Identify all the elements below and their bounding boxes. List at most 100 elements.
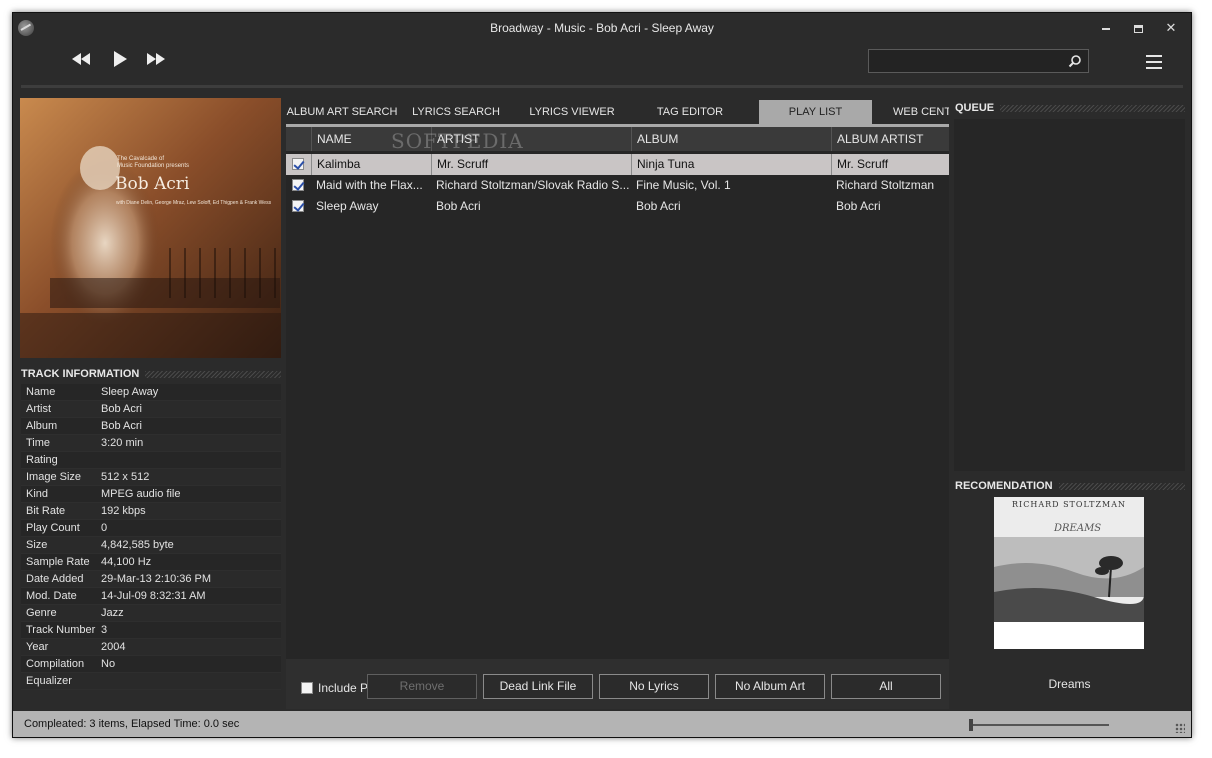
track-info-row: Date Added 29-Mar-13 2:10:36 PM — [21, 571, 281, 588]
row-checkbox[interactable] — [292, 158, 304, 170]
no-album-art-button[interactable]: No Album Art — [715, 674, 825, 699]
cell-name: Maid with the Flax... — [316, 178, 423, 192]
cell-name: Sleep Away — [316, 199, 379, 213]
cell-album: Bob Acri — [636, 199, 681, 213]
column-header-album[interactable]: ALBUM — [631, 127, 831, 151]
tab-lyrics-viewer[interactable]: LYRICS VIEWER — [522, 100, 622, 124]
cell-artist: Richard Stoltzman/Slovak Radio S... — [436, 178, 630, 192]
title-bar: Broadway - Music - Bob Acri - Sleep Away… — [13, 13, 1191, 43]
include-checkbox[interactable] — [301, 682, 313, 694]
tab-album-art-search[interactable]: ALBUM ART SEARCH — [286, 100, 398, 124]
playlist-table: NAME ARTIST ALBUM ALBUM ARTIST SOFTPEDIA… — [286, 127, 949, 659]
rewind-button[interactable] — [66, 47, 96, 71]
queue-list[interactable] — [954, 119, 1185, 471]
volume-slider-track[interactable] — [970, 724, 1109, 726]
remove-button[interactable]: Remove — [367, 674, 477, 699]
track-info-key: Artist — [26, 403, 52, 415]
recommendation-caption[interactable]: Dreams — [954, 677, 1185, 691]
recommendation-cover-artist: RICHARD STOLTZMAN — [1012, 500, 1126, 509]
header-stripe — [1000, 104, 1185, 112]
track-info-key: Kind — [26, 488, 49, 500]
track-info-value: 2004 — [101, 641, 126, 653]
album-art-credits: with Diane Delin, George Mraz, Lew Solof… — [116, 200, 272, 206]
track-info-value: MPEG audio file — [101, 488, 181, 500]
track-info-value: 512 x 512 — [101, 471, 150, 483]
track-info-value: Bob Acri — [101, 420, 142, 432]
play-icon — [114, 51, 127, 67]
hamburger-line — [1146, 61, 1162, 63]
play-button[interactable] — [105, 47, 135, 71]
track-info-key: Time — [26, 437, 51, 449]
track-info-key: Date Added — [26, 573, 84, 585]
track-info-row: Play Count 0 — [21, 520, 281, 537]
track-info-value: 44,100 Hz — [101, 556, 152, 568]
maximize-button[interactable] — [1127, 19, 1149, 37]
minimize-button[interactable] — [1095, 19, 1117, 37]
tab-bar: ALBUM ART SEARCH LYRICS SEARCH LYRICS VI… — [286, 100, 949, 124]
cell-artist: Mr. Scruff — [431, 154, 631, 175]
track-info-row: Artist Bob Acri — [21, 401, 281, 418]
track-info-row: Album Bob Acri — [21, 418, 281, 435]
search-icon[interactable] — [1068, 54, 1082, 68]
table-row[interactable]: Kalimba Mr. Scruff Ninja Tuna Mr. Scruff — [286, 154, 949, 175]
maximize-icon — [1133, 24, 1143, 33]
close-button[interactable]: ✕ — [1160, 19, 1182, 37]
no-lyrics-button[interactable]: No Lyrics — [599, 674, 709, 699]
track-info-key: Track Number — [26, 624, 96, 636]
queue-header: QUEUE — [955, 100, 1185, 116]
track-info-value: 4,842,585 byte — [101, 539, 174, 551]
tab-play-list[interactable]: PLAY LIST — [759, 100, 872, 124]
album-art-image — [20, 98, 281, 358]
track-info-value: 29-Mar-13 2:10:36 PM — [101, 573, 212, 585]
all-button[interactable]: All — [831, 674, 941, 699]
track-info-row: Year 2004 — [21, 639, 281, 656]
track-info-table: Name Sleep Away Artist Bob Acri Album Bob Acr… — [21, 384, 281, 690]
track-info-key: Equalizer — [26, 675, 72, 687]
track-info-key: Size — [26, 539, 48, 551]
track-info-key: Mod. Date — [26, 590, 77, 602]
row-checkbox[interactable] — [292, 200, 304, 212]
dead-link-file-button[interactable]: Dead Link File — [483, 674, 593, 699]
column-header-name[interactable]: NAME — [311, 127, 431, 151]
recommendation-cover-title: DREAMS — [1054, 523, 1102, 534]
track-info-row: Kind MPEG audio file — [21, 486, 281, 503]
resize-grip-icon[interactable] — [1175, 723, 1185, 733]
toolbar-divider — [21, 85, 1183, 88]
table-row[interactable]: Maid with the Flax... Richard Stoltzman/S… — [286, 175, 949, 196]
rewind-icon — [72, 53, 90, 65]
recommendation-header: RECOMENDATION — [955, 478, 1185, 494]
column-header-artist[interactable]: ARTIST — [431, 127, 631, 151]
album-art-line1: The Cavalcade of — [117, 156, 165, 162]
toolbar — [13, 43, 1191, 88]
track-info-row: Time 3:20 min — [21, 435, 281, 452]
tab-web-central[interactable]: WEB CENTRAL — [893, 100, 949, 124]
row-checkbox[interactable] — [292, 179, 304, 191]
status-text: Compleated: 3 items, Elapsed Time: 0.0 s… — [24, 718, 240, 730]
search-input[interactable] — [871, 52, 1061, 70]
cell-album: Ninja Tuna — [631, 154, 831, 175]
column-header-album-artist[interactable]: ALBUM ARTIST — [831, 127, 949, 151]
fast-forward-button[interactable] — [141, 47, 171, 71]
hamburger-line — [1146, 67, 1162, 69]
track-info-value: Jazz — [101, 607, 124, 619]
header-stripe — [1058, 482, 1185, 490]
track-info-row: Size 4,842,585 byte — [21, 537, 281, 554]
tab-tag-editor[interactable]: TAG EDITOR — [646, 100, 734, 124]
track-info-key: Bit Rate — [26, 505, 66, 517]
track-info-value: 14-Jul-09 8:32:31 AM — [101, 590, 206, 602]
hamburger-menu-button[interactable] — [1144, 53, 1164, 71]
track-info-value: Bob Acri — [101, 403, 142, 415]
track-info-row: Name Sleep Away — [21, 384, 281, 401]
table-row[interactable]: Sleep Away Bob Acri Bob Acri Bob Acri — [286, 196, 949, 217]
cell-album-artist: Bob Acri — [836, 199, 881, 213]
status-bar: Compleated: 3 items, Elapsed Time: 0.0 s… — [13, 711, 1191, 737]
volume-slider-thumb[interactable] — [969, 719, 973, 731]
track-info-value: 3 — [101, 624, 108, 636]
recommendation-panel: RICHARD STOLTZMAN DREAMS Dreams — [954, 497, 1185, 710]
track-info-row: Image Size 512 x 512 — [21, 469, 281, 486]
album-art-line2: Music Foundation presents — [117, 163, 190, 169]
header-stripe — [145, 370, 281, 378]
track-info-key: Year — [26, 641, 49, 653]
recommendation-cover[interactable]: RICHARD STOLTZMAN DREAMS — [994, 497, 1144, 649]
tab-lyrics-search[interactable]: LYRICS SEARCH — [406, 100, 506, 124]
